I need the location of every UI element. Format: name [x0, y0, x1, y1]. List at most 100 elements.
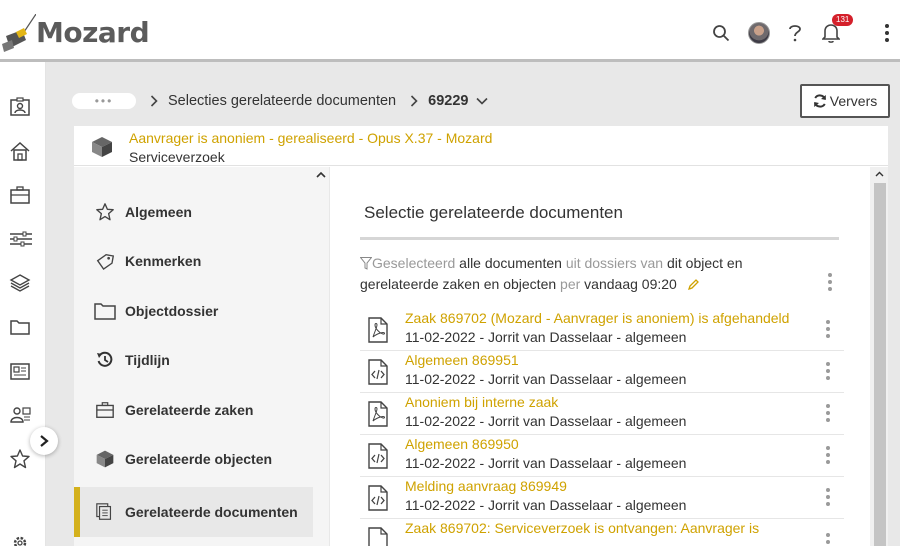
search-button[interactable]: [708, 18, 734, 48]
divider: [360, 237, 839, 240]
document-title[interactable]: Anoniem bij interne zaak: [405, 394, 558, 410]
document-more-button[interactable]: [824, 404, 832, 422]
document-title[interactable]: Algemeen 869951: [405, 352, 519, 368]
rail-settings[interactable]: [9, 532, 31, 546]
document-more-button[interactable]: [824, 320, 832, 338]
newspaper-icon: [10, 363, 30, 380]
help-button[interactable]: [782, 18, 808, 48]
document-row[interactable]: Melding aanvraag 869949 11-02-2022 - Jor…: [360, 477, 844, 519]
cube-icon: [92, 137, 112, 157]
documents-scrollbar[interactable]: [870, 167, 888, 546]
code-file-icon: [368, 359, 388, 385]
rail-home[interactable]: [9, 140, 31, 162]
filter-text-selected: Geselecteerd: [372, 255, 456, 271]
document-more-button[interactable]: [824, 362, 832, 380]
filter-icon: [359, 257, 373, 270]
home-icon: [10, 141, 30, 161]
code-file-icon: [368, 443, 388, 469]
nav-item-label: Gerelateerde documenten: [125, 504, 298, 520]
nav-item-label: Gerelateerde zaken: [125, 402, 254, 418]
case-title[interactable]: Aanvrager is anoniem - gerealiseerd - Op…: [129, 130, 492, 146]
nav-item-gerelateerde-zaken[interactable]: Gerelateerde zaken: [74, 388, 313, 432]
rail-cases[interactable]: [9, 184, 31, 206]
nav-item-label: Kenmerken: [125, 253, 202, 269]
help-icon: [789, 25, 801, 42]
rail-users[interactable]: [9, 404, 31, 426]
document-meta: 11-02-2022 - Jorrit van Dasselaar - alge…: [405, 455, 687, 471]
refresh-button[interactable]: Ververs: [800, 84, 890, 118]
section-nav-scrollbar[interactable]: [313, 167, 329, 546]
scrollbar-thumb[interactable]: [874, 183, 886, 546]
document-more-button[interactable]: [824, 488, 832, 506]
chevron-up-icon: [316, 171, 326, 178]
case-content: Algemeen Kenmerken Objectdossier Tijdlij…: [74, 167, 888, 546]
filter-text-date: vandaag 09:20: [584, 276, 677, 292]
pdf-file-icon: [368, 401, 388, 427]
document-title[interactable]: Zaak 869702 (Mozard - Aanvrager is anoni…: [405, 310, 789, 326]
document-meta: 11-02-2022 - Jorrit van Dasselaar - alge…: [405, 413, 687, 429]
document-more-button[interactable]: [824, 446, 832, 464]
nav-item-kenmerken[interactable]: Kenmerken: [74, 239, 313, 283]
case-header: Aanvrager is anoniem - gerealiseerd - Op…: [74, 126, 888, 166]
document-title[interactable]: Algemeen 869950: [405, 436, 519, 452]
document-row[interactable]: Zaak 869702: Serviceverzoek is ontvangen…: [360, 519, 844, 546]
document-row[interactable]: Zaak 869702 (Mozard - Aanvrager is anoni…: [360, 309, 844, 351]
document-more-button[interactable]: [824, 533, 832, 544]
star-icon: [94, 201, 116, 223]
id-card-icon: [10, 97, 30, 116]
rail-favorites[interactable]: [9, 448, 31, 470]
document-row[interactable]: Algemeen 869951 11-02-2022 - Jorrit van …: [360, 351, 844, 393]
nav-item-label: Tijdlijn: [125, 352, 170, 368]
chevron-right-icon: [410, 95, 418, 107]
document-row[interactable]: Algemeen 869950 11-02-2022 - Jorrit van …: [360, 435, 844, 477]
breadcrumb-item-current[interactable]: 69229: [428, 93, 468, 109]
nav-item-gerelateerde-objecten[interactable]: Gerelateerde objecten: [74, 437, 313, 481]
rail-contacts[interactable]: [9, 96, 31, 118]
nav-item-objectdossier[interactable]: Objectdossier: [74, 289, 313, 333]
filter-text-documents: alle documenten: [459, 255, 562, 271]
main-area: ••• Selecties gerelateerde documenten 69…: [46, 62, 900, 546]
gear-icon: [13, 536, 27, 546]
nav-item-label: Algemeen: [125, 204, 192, 220]
chevron-up-icon: [875, 171, 884, 177]
nav-item-label: Objectdossier: [125, 303, 219, 319]
nav-item-algemeen[interactable]: Algemeen: [74, 190, 313, 234]
rail-news[interactable]: [9, 360, 31, 382]
nav-rail: [0, 62, 46, 546]
notifications-button[interactable]: 131: [818, 14, 854, 48]
document-meta: 11-02-2022 - Jorrit van Dasselaar - alge…: [405, 497, 687, 513]
rail-layers[interactable]: [9, 272, 31, 294]
more-vertical-icon: [883, 24, 891, 42]
layers-icon: [9, 274, 31, 292]
history-icon: [94, 349, 116, 371]
documents-icon: [94, 501, 116, 523]
notification-badge: 131: [832, 14, 854, 26]
nav-item-gerelateerde-documenten[interactable]: Gerelateerde documenten: [74, 487, 313, 537]
section-nav: Algemeen Kenmerken Objectdossier Tijdlij…: [74, 167, 329, 546]
rail-folders[interactable]: [9, 316, 31, 338]
rail-expand-button[interactable]: [30, 427, 58, 455]
document-title[interactable]: Zaak 869702: Serviceverzoek is ontvangen…: [405, 520, 759, 536]
chevron-down-icon[interactable]: [476, 97, 489, 105]
refresh-button-label: Ververs: [829, 93, 878, 109]
filter-more-button[interactable]: [826, 273, 834, 291]
more-menu-button[interactable]: [874, 18, 900, 48]
folder-icon: [10, 320, 30, 335]
panel-title: Selectie gerelateerde documenten: [364, 203, 623, 222]
document-title[interactable]: Melding aanvraag 869949: [405, 478, 567, 494]
briefcase-icon: [94, 399, 116, 421]
breadcrumb-item-selections[interactable]: Selecties gerelateerde documenten: [168, 93, 396, 109]
document-meta: 11-02-2022 - Jorrit van Dasselaar - alge…: [405, 371, 687, 387]
users-icon: [10, 407, 31, 423]
rail-filters[interactable]: [9, 228, 32, 250]
edit-pencil-icon[interactable]: [687, 278, 700, 291]
document-row[interactable]: Anoniem bij interne zaak 11-02-2022 - Jo…: [360, 393, 844, 435]
filter-text-per: per: [560, 276, 581, 292]
document-meta: 11-02-2022 - Jorrit van Dasselaar - alge…: [405, 329, 687, 345]
bell-icon: [822, 24, 840, 43]
user-avatar-button[interactable]: [746, 18, 772, 48]
nav-item-tijdlijn[interactable]: Tijdlijn: [74, 338, 313, 382]
logo-mark-icon: [2, 14, 36, 52]
selection-filter: Geselecteerd alle documenten uit dossier…: [359, 253, 800, 295]
breadcrumb-overflow-button[interactable]: •••: [72, 93, 136, 109]
